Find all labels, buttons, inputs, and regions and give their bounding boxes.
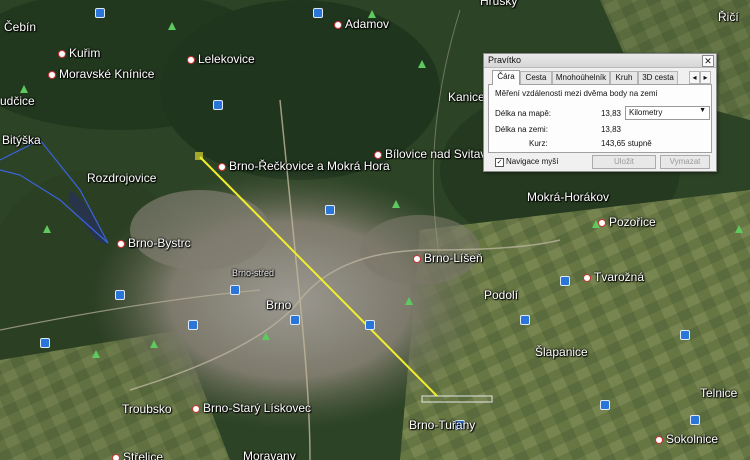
unit-select[interactable]: Kilometry ▼ xyxy=(625,106,710,120)
tab-circle[interactable]: Kruh xyxy=(610,71,638,84)
heading-value: 143,65 stupně xyxy=(601,139,652,148)
poi-icon[interactable] xyxy=(290,315,300,325)
tab-scroll-right-icon[interactable]: ▸ xyxy=(700,71,711,84)
tab-path[interactable]: Cesta xyxy=(520,71,552,84)
park-icon xyxy=(418,60,426,68)
place-tvarozna[interactable]: Tvarožná xyxy=(583,270,644,284)
save-button[interactable]: Uložit xyxy=(592,155,656,169)
place-adamov[interactable]: Adamov xyxy=(334,17,389,31)
park-icon xyxy=(392,200,400,208)
place-brno-reckovice[interactable]: Brno-Řečkovice a Mokrá Hora xyxy=(218,159,390,173)
place-telnice[interactable]: Telnice xyxy=(700,386,737,400)
place-brno-lisen[interactable]: Brno-Líšeň xyxy=(413,251,483,265)
place-brno[interactable]: Brno xyxy=(266,298,291,312)
ground-length-value: 13,83 xyxy=(600,125,621,134)
ruler-dialog[interactable]: Pravítko ✕ Čára Cesta Mnohoúhelník Kruh … xyxy=(483,53,717,172)
park-icon xyxy=(92,350,100,358)
place-kanice[interactable]: Kanice xyxy=(448,90,485,104)
park-icon xyxy=(20,85,28,93)
poi-icon[interactable] xyxy=(230,285,240,295)
ground-length-label: Délka na zemi: xyxy=(495,125,548,134)
mouse-navigation-checkbox[interactable]: ✓ xyxy=(495,158,504,167)
ruler-line-panel: Měření vzdálenosti mezi dvěma body na ze… xyxy=(488,85,712,153)
poi-icon[interactable] xyxy=(188,320,198,330)
place-kurim[interactable]: Kuřim xyxy=(58,46,100,60)
place-moravany[interactable]: Moravany xyxy=(243,449,296,460)
poi-icon[interactable] xyxy=(115,290,125,300)
park-icon xyxy=(735,225,743,233)
heading-label: Kurz: xyxy=(529,139,548,148)
poi-icon[interactable] xyxy=(95,8,105,18)
place-brno-centre[interactable]: Brno-střed xyxy=(232,268,274,278)
place-rudcice[interactable]: udčice xyxy=(0,94,35,108)
place-troubsko[interactable]: Troubsko xyxy=(122,402,172,416)
park-icon xyxy=(262,332,270,340)
ruler-titlebar[interactable]: Pravítko ✕ xyxy=(484,54,716,68)
place-hruby[interactable]: Hrušky xyxy=(480,0,517,8)
tab-scroll-left-icon[interactable]: ◂ xyxy=(689,71,700,84)
tab-line[interactable]: Čára xyxy=(492,70,520,85)
map-length-label: Délka na mapě: xyxy=(495,109,552,118)
poi-icon[interactable] xyxy=(560,276,570,286)
place-strelice[interactable]: Střelice xyxy=(112,450,163,460)
place-lelekovice[interactable]: Lelekovice xyxy=(187,52,255,66)
poi-icon[interactable] xyxy=(213,100,223,110)
poi-icon[interactable] xyxy=(40,338,50,348)
place-brno-stary-liskovec[interactable]: Brno-Starý Lískovec xyxy=(192,401,311,415)
tab-3d-path[interactable]: 3D cesta xyxy=(638,71,678,84)
place-podoli[interactable]: Podolí xyxy=(484,288,518,302)
close-icon[interactable]: ✕ xyxy=(702,55,714,67)
poi-icon[interactable] xyxy=(680,330,690,340)
poi-icon[interactable] xyxy=(313,8,323,18)
map-length-value: 13,83 xyxy=(600,109,621,118)
park-icon xyxy=(405,297,413,305)
place-rici[interactable]: Řičí xyxy=(718,10,739,24)
place-moravske-kninice[interactable]: Moravské Knínice xyxy=(48,67,154,81)
tab-polygon[interactable]: Mnohoúhelník xyxy=(552,71,610,84)
poi-icon[interactable] xyxy=(325,205,335,215)
poi-icon[interactable] xyxy=(690,415,700,425)
ruler-description: Měření vzdálenosti mezi dvěma body na ze… xyxy=(495,89,658,98)
place-rozdrojovice[interactable]: Rozdrojovice xyxy=(87,171,156,185)
place-sokolnice[interactable]: Sokolnice xyxy=(655,432,718,446)
place-bityska[interactable]: Bitýška xyxy=(2,133,41,147)
place-brno-turany[interactable]: Brno-Tuřany xyxy=(409,418,475,432)
place-bilovice[interactable]: Bílovice nad Svitavou xyxy=(374,147,500,161)
place-slapanice[interactable]: Šlapanice xyxy=(535,345,588,359)
poi-icon[interactable] xyxy=(520,315,530,325)
park-icon xyxy=(43,225,51,233)
poi-icon[interactable] xyxy=(600,400,610,410)
chevron-down-icon: ▼ xyxy=(699,107,706,114)
park-icon xyxy=(168,22,176,30)
ruler-tabs: Čára Cesta Mnohoúhelník Kruh 3D cesta ◂ … xyxy=(488,70,712,85)
park-icon xyxy=(150,340,158,348)
place-mokra-horakov[interactable]: Mokrá-Horákov xyxy=(527,190,609,204)
place-pozorice[interactable]: Pozořice xyxy=(598,215,656,229)
place-cebin[interactable]: Čebín xyxy=(4,20,36,34)
clear-button[interactable]: Vymazat xyxy=(660,155,710,169)
mouse-navigation-label: Navigace myší xyxy=(506,157,559,166)
place-brno-bystrc[interactable]: Brno-Bystrc xyxy=(117,236,191,250)
unit-select-value: Kilometry xyxy=(629,108,663,117)
poi-icon[interactable] xyxy=(365,320,375,330)
ruler-title: Pravítko xyxy=(488,55,522,65)
